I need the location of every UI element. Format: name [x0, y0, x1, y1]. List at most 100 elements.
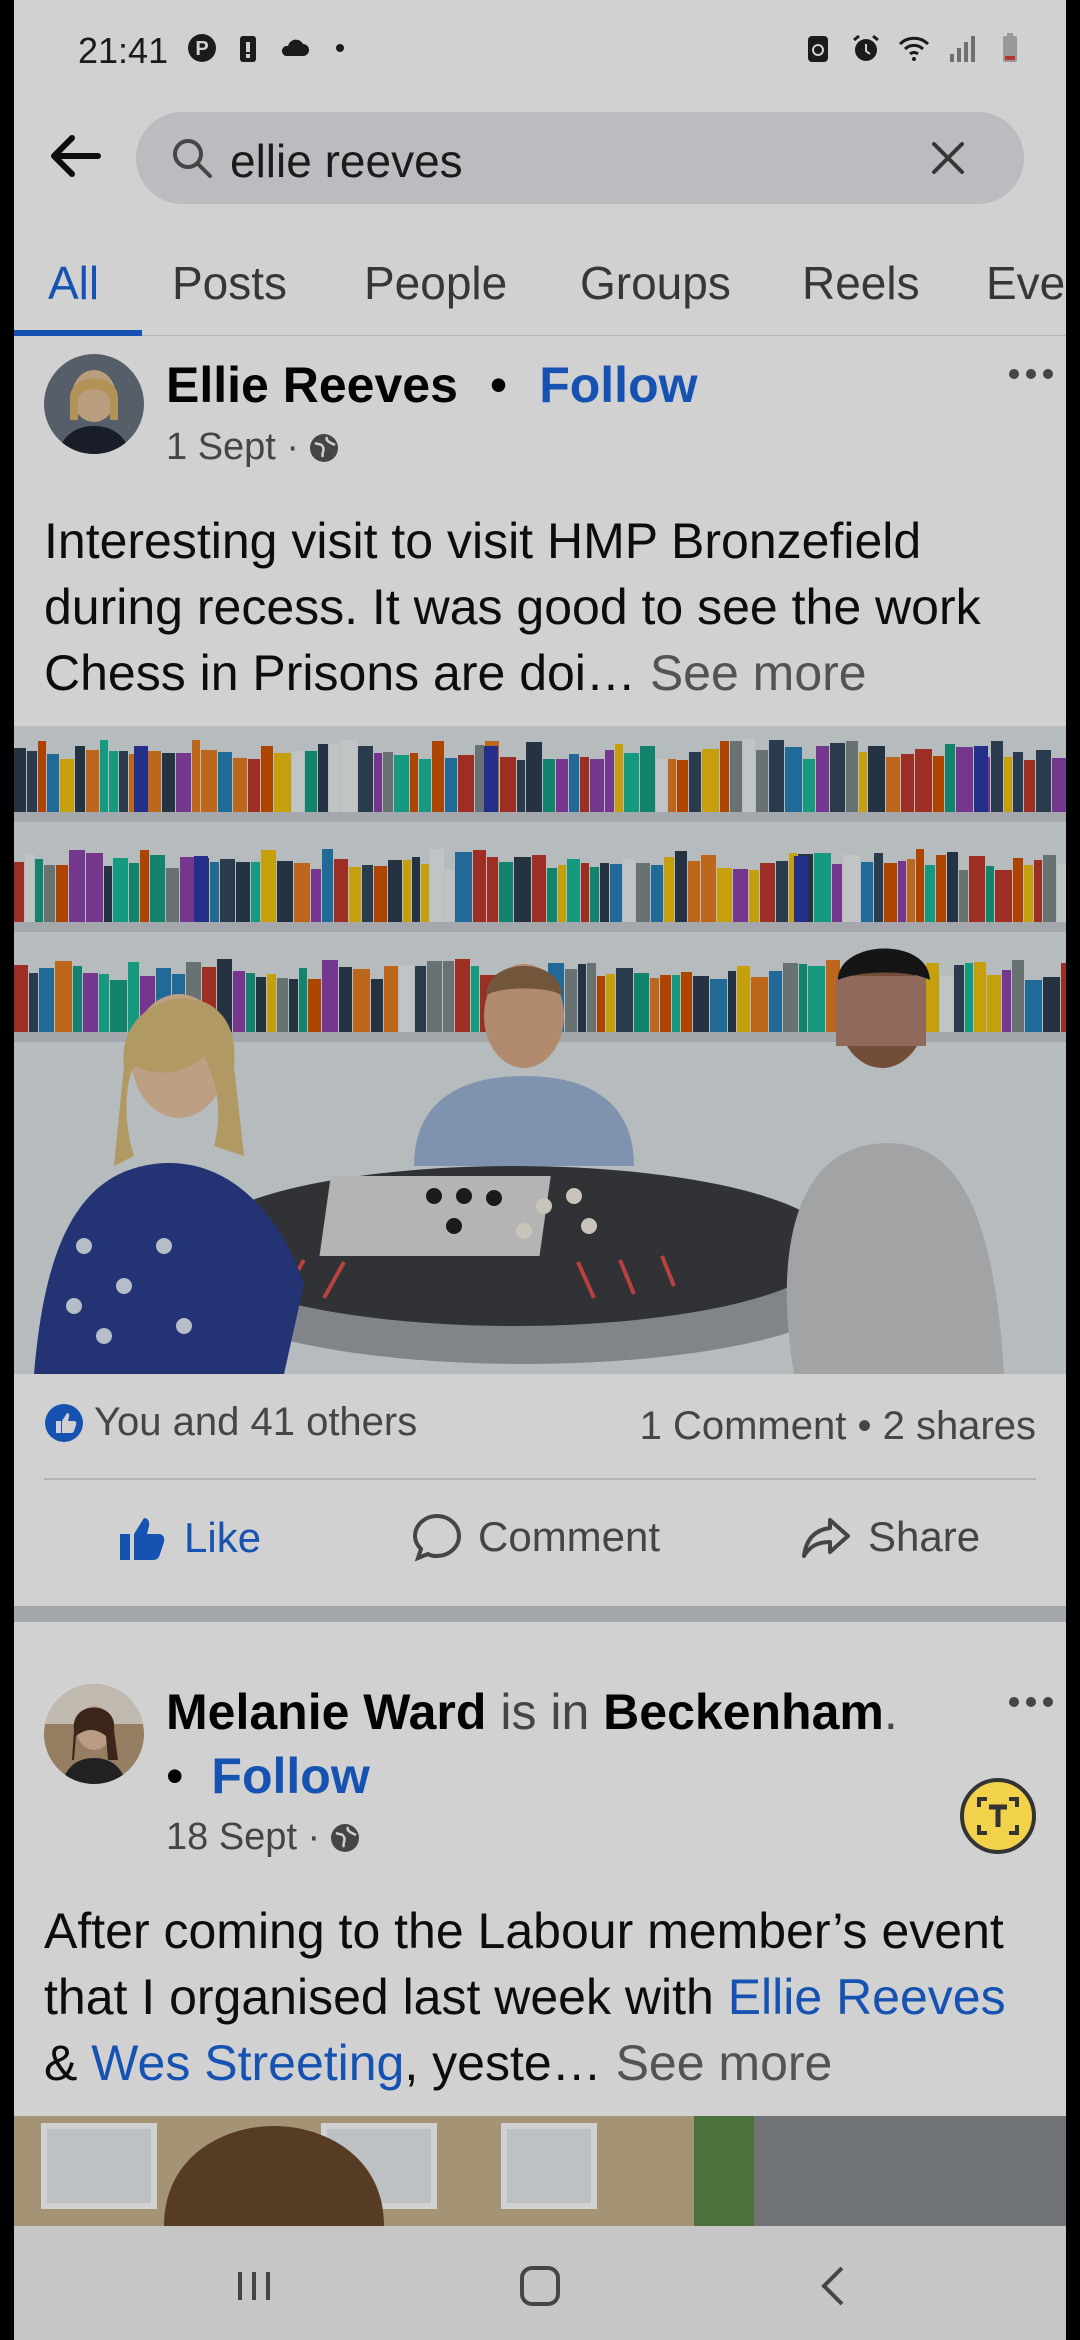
book-spine — [384, 966, 398, 1032]
book-spine — [311, 869, 321, 922]
book-spine — [954, 965, 964, 1032]
author-name[interactable]: Ellie Reeves — [166, 357, 458, 413]
back-arrow-icon[interactable] — [44, 126, 104, 186]
book-spine — [113, 858, 128, 922]
text-lens-button[interactable] — [960, 1778, 1036, 1854]
recent-apps-icon[interactable] — [224, 2256, 284, 2316]
book-spine — [358, 746, 373, 812]
screen: 21:41 P ellie reeves All Posts People Gr… — [14, 0, 1066, 2340]
book-spine — [816, 746, 829, 812]
tab-reels[interactable]: Reels — [802, 256, 920, 310]
book-spine — [558, 865, 566, 922]
separator-dot: • — [489, 357, 508, 413]
author-name[interactable]: Melanie Ward — [166, 1684, 486, 1740]
book-spine — [1043, 855, 1056, 922]
book-spine — [1043, 977, 1060, 1032]
post-text: After coming to the Labour member’s even… — [44, 1898, 1044, 2096]
battery-saver-icon — [240, 36, 256, 62]
book-spine — [547, 868, 557, 922]
post-date[interactable]: 18 Sept · — [166, 1816, 320, 1859]
book-spine — [14, 862, 24, 922]
book-spine — [886, 757, 900, 812]
book-spine — [455, 959, 470, 1032]
more-options-icon[interactable] — [1006, 364, 1056, 384]
search-icon — [173, 139, 212, 178]
search-bar[interactable]: ellie reeves — [136, 112, 1024, 204]
comment-share-stats[interactable]: 1 Comment • 2 shares — [640, 1404, 1036, 1449]
book-spine — [318, 744, 328, 812]
post-photo[interactable] — [14, 2116, 1066, 2226]
book-spine — [261, 850, 276, 922]
mention-link[interactable]: Wes Streeting — [91, 2035, 404, 2091]
book-spine — [1024, 760, 1035, 812]
search-input[interactable]: ellie reeves — [230, 134, 463, 188]
book-spine — [104, 866, 112, 922]
book-spine — [83, 973, 98, 1032]
book-spine — [749, 870, 759, 922]
period: . — [883, 1684, 898, 1740]
mention-link[interactable]: Ellie Reeves — [728, 1969, 1006, 2025]
see-more-link[interactable]: See more — [616, 2035, 833, 2091]
clear-search-icon[interactable] — [930, 140, 966, 176]
book-spine — [668, 759, 676, 812]
book-spine — [374, 866, 387, 922]
tab-events[interactable]: Eve — [986, 256, 1065, 310]
book-spine — [846, 741, 858, 812]
book-spine — [25, 854, 34, 922]
book-spine — [329, 744, 339, 812]
book-spine — [636, 863, 650, 922]
more-options-icon[interactable] — [1006, 1692, 1056, 1712]
location-link[interactable]: Beckenham — [603, 1684, 884, 1740]
book-spine — [590, 867, 599, 922]
book-spine — [901, 754, 914, 812]
book-spine — [660, 975, 671, 1032]
follow-button[interactable]: Follow — [211, 1748, 369, 1804]
tab-people[interactable]: People — [364, 256, 507, 310]
book-spine — [100, 740, 108, 812]
post-date[interactable]: 1 Sept · — [166, 426, 299, 469]
tab-groups[interactable]: Groups — [580, 256, 731, 310]
book-spine — [421, 864, 429, 922]
post-body-tail: , yeste… — [404, 2035, 602, 2091]
post-photo[interactable] — [14, 726, 1066, 1374]
book-spine — [814, 853, 831, 922]
book-spine — [884, 863, 897, 922]
book-spine — [677, 760, 688, 812]
book-spine — [1052, 758, 1066, 812]
author-avatar[interactable] — [44, 1684, 144, 1784]
author-avatar[interactable] — [44, 354, 144, 454]
book-spine — [689, 752, 701, 812]
ampersand: & — [44, 2035, 92, 2091]
tab-all[interactable]: All — [48, 256, 99, 310]
book-spine — [1004, 757, 1012, 812]
book-spine — [556, 759, 568, 812]
share-button[interactable]: Share — [800, 1510, 980, 1564]
home-icon[interactable] — [510, 2256, 570, 2316]
comment-button[interactable]: Comment — [410, 1510, 660, 1564]
reaction-summary[interactable]: You and 41 others — [44, 1400, 417, 1445]
book-spine — [578, 964, 586, 1032]
active-tab-indicator — [14, 330, 142, 336]
like-button[interactable]: Like — [114, 1510, 261, 1566]
pinterest-icon: P — [188, 34, 216, 62]
book-spine — [808, 966, 825, 1032]
see-more-link[interactable]: See more — [650, 645, 867, 701]
tab-posts[interactable]: Posts — [172, 256, 287, 310]
book-spine — [55, 961, 72, 1032]
book-spine — [701, 855, 716, 922]
book-spine — [289, 979, 298, 1032]
back-nav-icon[interactable] — [804, 2256, 864, 2316]
book-spine — [956, 747, 973, 812]
book-spine — [220, 859, 235, 922]
book-spine — [640, 746, 655, 812]
signal-icon — [950, 36, 975, 62]
reactions-row: You and 41 others 1 Comment • 2 shares — [44, 1400, 1036, 1480]
book-spine — [733, 869, 748, 922]
book-spine — [445, 870, 454, 922]
book-spine — [1036, 750, 1051, 812]
follow-button[interactable]: Follow — [539, 357, 697, 413]
book-spine — [776, 861, 788, 922]
book-spine — [526, 742, 542, 812]
book-spine — [388, 860, 402, 922]
book-spine — [445, 758, 457, 812]
